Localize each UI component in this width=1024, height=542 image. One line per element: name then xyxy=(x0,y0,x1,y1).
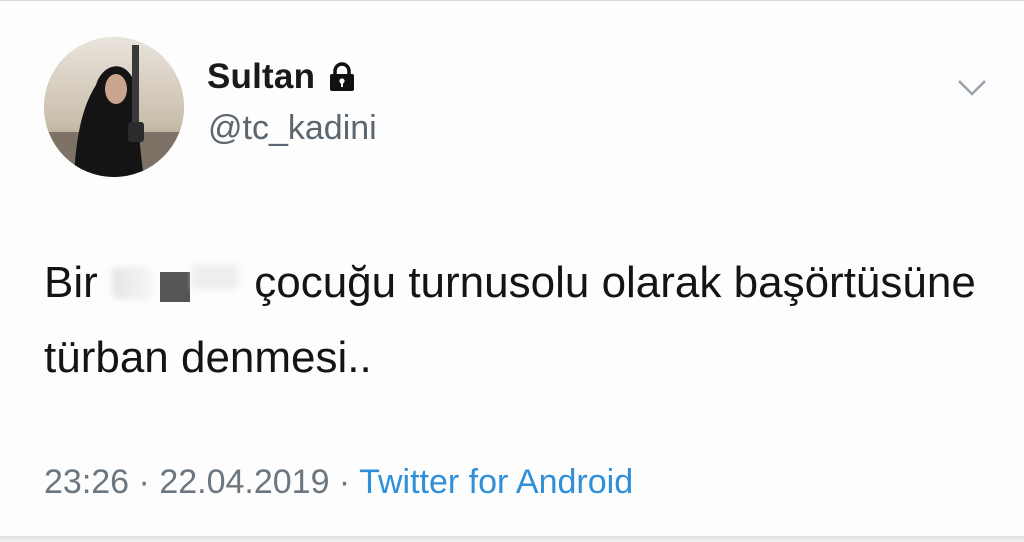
user-handle[interactable]: @tc_kadini xyxy=(208,109,377,148)
tweet-text-start: Bir xyxy=(44,258,110,307)
tweet-time[interactable]: 23:26 xyxy=(44,463,129,501)
tweet-meta: 23:26 · 22.04.2019 · Twitter for Android xyxy=(44,463,633,502)
meta-separator: · xyxy=(129,463,160,501)
author-name-row: Sultan xyxy=(207,57,357,97)
redacted-area xyxy=(112,263,240,303)
profile-photo-icon xyxy=(44,37,184,177)
lock-icon xyxy=(327,61,357,93)
tweet-date[interactable]: 22.04.2019 xyxy=(159,463,329,501)
divider xyxy=(0,536,1024,542)
tweet-card: Sultan @tc_kadini Bir çocuğu turnusolu o… xyxy=(0,0,1024,542)
chevron-down-icon[interactable] xyxy=(956,75,988,99)
tweet-text: Bir çocuğu turnusolu olarak başörtüsüne … xyxy=(44,245,984,395)
avatar[interactable] xyxy=(44,37,184,177)
display-name[interactable]: Sultan xyxy=(207,57,315,97)
meta-separator-2: · xyxy=(329,463,360,501)
tweet-source-link[interactable]: Twitter for Android xyxy=(359,463,633,501)
